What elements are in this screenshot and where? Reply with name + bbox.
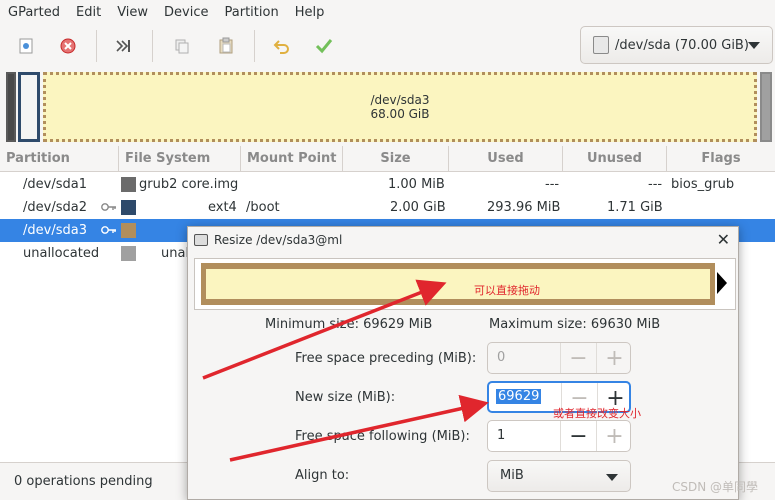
free-following-value[interactable]: 1 xyxy=(497,428,505,443)
disk-segment-size: 68.00 GiB xyxy=(370,107,430,121)
resize-visual[interactable] xyxy=(194,258,736,310)
copy-icon xyxy=(175,39,189,54)
used-cell: 293.96 MiB xyxy=(487,200,561,215)
chevron-down-icon xyxy=(748,42,760,49)
free-following-label: Free space following (MiB): xyxy=(295,429,470,444)
column-partition[interactable]: Partition xyxy=(0,146,119,172)
column-size[interactable]: Size xyxy=(343,146,449,172)
new-partition-icon xyxy=(19,38,33,54)
operations-pending: 0 operations pending xyxy=(14,474,153,489)
menu-view[interactable]: View xyxy=(117,5,148,20)
resize-move-button[interactable] xyxy=(111,34,135,58)
used-cell: --- xyxy=(545,177,560,192)
close-icon[interactable]: ✕ xyxy=(717,232,730,248)
partition-cell: /dev/sda2 xyxy=(23,200,87,215)
min-size-label: Minimum size: 69629 MiB xyxy=(265,317,433,332)
annotation-type: 或者直接改变大小 xyxy=(553,407,641,420)
undo-icon xyxy=(273,40,289,54)
partition-cell: /dev/sda3 xyxy=(23,223,87,238)
partition-cell: unallocated xyxy=(23,246,100,261)
disk-segment-sda1[interactable] xyxy=(6,72,16,142)
resize-move-icon xyxy=(116,40,130,52)
menu-help[interactable]: Help xyxy=(295,5,325,20)
partition-used-fill[interactable] xyxy=(206,269,710,299)
device-selector[interactable]: /dev/sda (70.00 GiB) xyxy=(580,26,773,64)
key-icon xyxy=(101,203,116,211)
table-header: Partition File System Mount Point Size U… xyxy=(0,146,775,172)
delete-icon xyxy=(60,38,76,54)
mount-cell: /boot xyxy=(246,200,280,215)
column-file-system[interactable]: File System xyxy=(119,146,241,172)
device-selector-label: /dev/sda (70.00 GiB) xyxy=(615,37,749,53)
minus-icon[interactable]: − xyxy=(560,343,596,373)
chevron-down-icon xyxy=(606,474,618,481)
key-icon xyxy=(101,226,116,234)
max-size-label: Maximum size: 69630 MiB xyxy=(489,317,661,332)
checkmark-icon xyxy=(315,39,333,54)
fs-cell: unal xyxy=(161,246,190,261)
align-dropdown[interactable]: MiB xyxy=(487,460,631,492)
align-value: MiB xyxy=(500,468,524,483)
free-preceding-value: 0 xyxy=(497,350,506,365)
unused-cell: 1.71 GiB xyxy=(607,200,663,215)
column-flags[interactable]: Flags xyxy=(667,146,775,172)
disk-segment-unallocated[interactable] xyxy=(760,72,772,142)
disk-icon xyxy=(593,36,609,54)
disk-map: /dev/sda3 68.00 GiB xyxy=(0,68,775,146)
fs-color-swatch xyxy=(121,200,136,215)
fs-color-swatch xyxy=(121,246,136,261)
menu-partition[interactable]: Partition xyxy=(225,5,279,20)
fs-cell: grub2 core.img xyxy=(139,177,239,192)
new-partition-button[interactable] xyxy=(14,34,38,58)
menu-edit[interactable]: Edit xyxy=(76,5,101,20)
fs-color-swatch xyxy=(121,177,136,192)
apply-button[interactable] xyxy=(312,34,336,58)
size-cell: 2.00 GiB xyxy=(390,200,446,215)
minus-icon[interactable]: − xyxy=(560,421,596,451)
annotation-drag: 可以直接拖动 xyxy=(474,284,540,297)
delete-partition-button[interactable] xyxy=(56,34,80,58)
undo-button[interactable] xyxy=(270,34,294,58)
free-following-spinner[interactable]: 1 − + xyxy=(487,420,631,452)
new-size-value[interactable]: 69629 xyxy=(496,389,542,404)
copy-button[interactable] xyxy=(170,34,194,58)
menu-device[interactable]: Device xyxy=(164,5,208,20)
column-used[interactable]: Used xyxy=(449,146,563,172)
menu-gparted[interactable]: GParted xyxy=(8,5,60,20)
resize-dialog: Resize /dev/sda3@ml ✕ 可以直接拖动 Minimum siz… xyxy=(187,226,739,500)
gparted-app-icon xyxy=(194,234,208,246)
toolbar-separator xyxy=(254,30,255,62)
plus-icon[interactable]: + xyxy=(596,343,632,373)
fs-color-swatch xyxy=(121,223,136,238)
free-preceding-label: Free space preceding (MiB): xyxy=(295,351,477,366)
watermark: CSDN @单同學 xyxy=(672,480,759,494)
table-row[interactable]: /dev/sda2 ext4 /boot 2.00 GiB 293.96 MiB… xyxy=(0,196,775,219)
paste-icon xyxy=(219,37,233,54)
disk-segment-sda3[interactable]: /dev/sda3 68.00 GiB xyxy=(43,72,757,142)
new-size-label: New size (MiB): xyxy=(295,390,396,405)
menu-bar: GParted Edit View Device Partition Help xyxy=(0,0,775,24)
disk-segment-name: /dev/sda3 xyxy=(370,93,430,107)
resize-handle-right-icon[interactable] xyxy=(717,272,727,294)
partition-cell: /dev/sda1 xyxy=(23,177,87,192)
dialog-titlebar[interactable]: Resize /dev/sda3@ml xyxy=(188,227,738,253)
column-mount-point[interactable]: Mount Point xyxy=(241,146,343,172)
flags-cell: bios_grub xyxy=(671,177,735,192)
disk-segment-sda2[interactable] xyxy=(18,72,40,142)
column-unused[interactable]: Unused xyxy=(563,146,667,172)
plus-icon[interactable]: + xyxy=(596,421,632,451)
fs-cell: ext4 xyxy=(208,200,237,215)
paste-button[interactable] xyxy=(214,34,238,58)
table-row[interactable]: /dev/sda1 grub2 core.img 1.00 MiB --- --… xyxy=(0,173,775,196)
size-cell: 1.00 MiB xyxy=(388,177,445,192)
align-label: Align to: xyxy=(295,468,350,483)
unused-cell: --- xyxy=(648,177,663,192)
toolbar-separator xyxy=(96,30,97,62)
dialog-title: Resize /dev/sda3@ml xyxy=(214,233,343,247)
toolbar-separator xyxy=(152,30,153,62)
free-preceding-spinner[interactable]: 0 − + xyxy=(487,342,631,374)
